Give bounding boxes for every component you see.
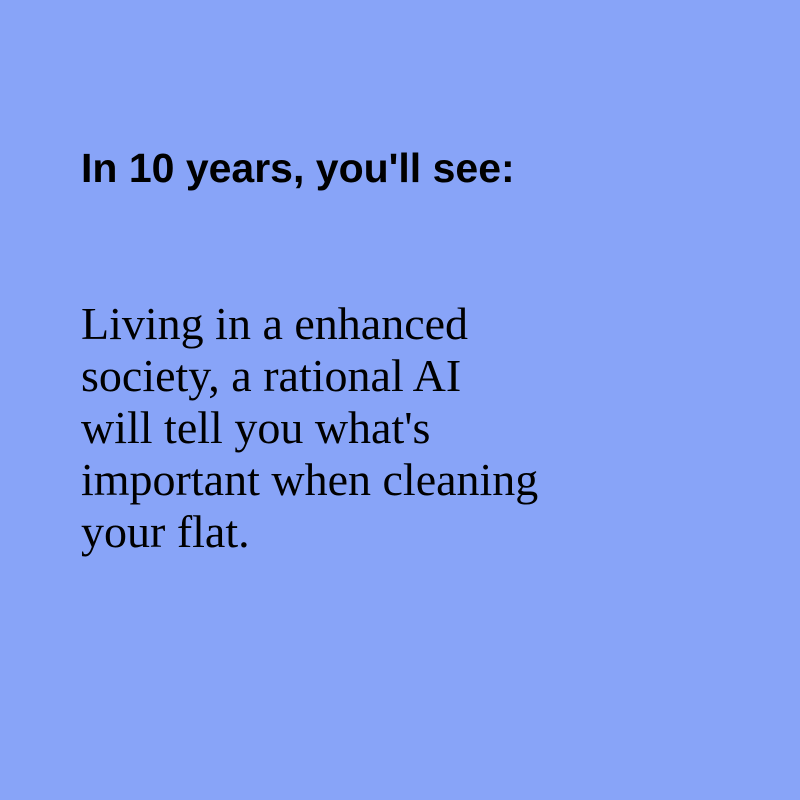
quote-heading: In 10 years, you'll see: bbox=[81, 145, 515, 191]
quote-body-line: your flat. bbox=[81, 506, 250, 557]
quote-body-line: will tell you what's bbox=[81, 402, 431, 453]
quote-body-line: Living in a enhanced bbox=[81, 298, 469, 349]
quote-body-line: society, a rational AI bbox=[81, 350, 462, 401]
quote-body-line: important when cleaning bbox=[81, 454, 539, 505]
quote-body: Living in a enhanced society, a rational… bbox=[81, 298, 681, 558]
quote-card: In 10 years, you'll see: Living in a enh… bbox=[0, 0, 800, 800]
